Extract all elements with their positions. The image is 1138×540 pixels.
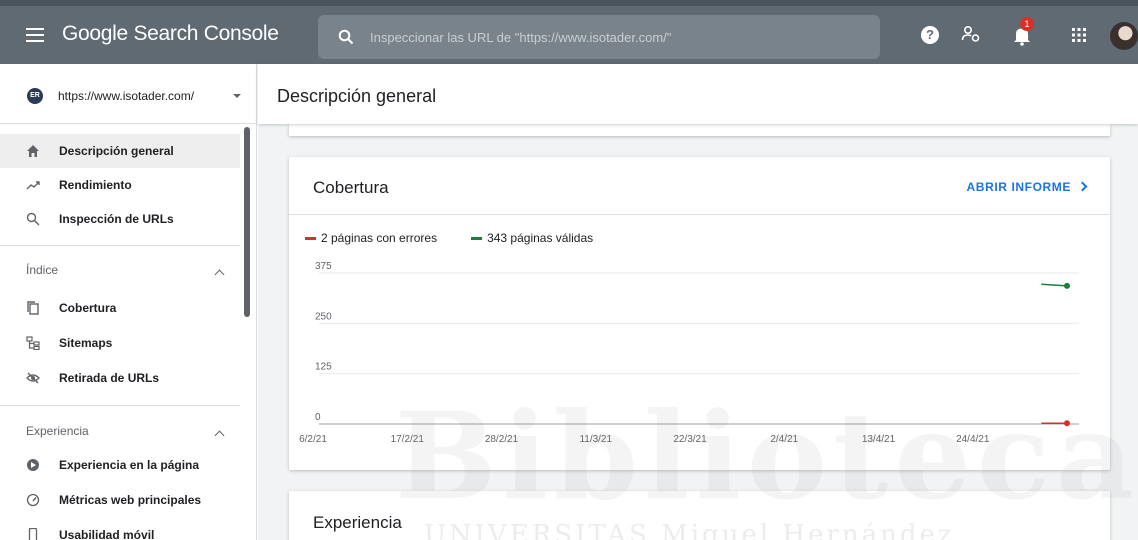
section-experience-label[interactable]: Experiencia	[26, 424, 89, 438]
app-title[interactable]: Google Search Console	[62, 22, 279, 46]
sidebar-item-label: Rendimiento	[59, 178, 132, 192]
series-point-1	[1064, 282, 1070, 289]
property-selector[interactable]: ER https://www.isotader.com/	[0, 64, 257, 124]
property-url: https://www.isotader.com/	[58, 89, 195, 103]
card-title: Experiencia	[313, 513, 402, 532]
sidebar-scrollbar[interactable]	[244, 127, 250, 317]
section-index-label[interactable]: Índice	[26, 263, 58, 277]
series-point-0	[1064, 420, 1070, 427]
speed-icon	[26, 493, 40, 507]
sidebar-item-label: Inspección de URLs	[59, 212, 174, 226]
sidebar-item-coverage[interactable]: Cobertura	[0, 291, 240, 325]
chevron-up-icon[interactable]	[214, 430, 225, 441]
sidebar-item-label: Sitemaps	[59, 336, 113, 350]
sidebar-item-label: Descripción general	[59, 144, 174, 158]
avatar[interactable]	[1110, 22, 1138, 50]
sidebar-item-core-web-vitals[interactable]: Métricas web principales	[0, 483, 240, 517]
chevron-up-icon[interactable]	[214, 269, 225, 280]
card-title: Cobertura	[313, 178, 389, 197]
search-icon	[26, 212, 40, 226]
sidebar-item-page-experience[interactable]: Experiencia en la página	[0, 448, 240, 482]
y-tick-label: 125	[315, 362, 332, 373]
sidebar-item-url-inspection[interactable]: Inspección de URLs	[0, 202, 240, 236]
notification-badge: 1	[1020, 17, 1034, 31]
legend-valid[interactable]: 343 páginas válidas	[471, 231, 593, 245]
sidebar-item-label: Cobertura	[59, 301, 117, 315]
sidebar-item-performance[interactable]: Rendimiento	[0, 168, 240, 202]
legend-label: 343 páginas válidas	[487, 231, 594, 245]
top-app-bar: Google Search Console Inspeccionar las U…	[0, 0, 1138, 64]
chevron-down-icon	[233, 94, 241, 98]
chart-legend: 2 páginas con errores 343 páginas válida…	[305, 231, 627, 245]
sidebar: ER https://www.isotader.com/ Descripción…	[0, 64, 257, 540]
sidebar-item-label: Métricas web principales	[59, 493, 202, 507]
summary-card	[289, 124, 1110, 136]
sidebar-divider	[0, 405, 240, 406]
sidebar-item-label: Retirada de URLs	[59, 371, 160, 385]
coverage-card: Cobertura ABRIR INFORME 2 páginas con er…	[289, 157, 1110, 470]
card-divider	[289, 214, 1110, 215]
y-tick-label: 250	[315, 311, 332, 322]
x-tick-label: 6/2/21	[299, 434, 327, 445]
sidebar-divider	[0, 245, 240, 246]
sidebar-item-label: Usabilidad móvil	[59, 528, 155, 540]
url-inspection-search[interactable]: Inspeccionar las URL de "https://www.iso…	[318, 15, 880, 59]
smartphone-icon	[28, 528, 38, 540]
copy-icon	[27, 301, 39, 315]
page-title: Descripción general	[277, 86, 437, 106]
property-logo: ER	[27, 88, 43, 104]
coverage-chart: 0 125 250 375 6/2/21 17/2/21 28/2/21 11/3/21 22/…	[299, 261, 1079, 445]
y-tick-label: 375	[315, 261, 332, 272]
legend-swatch-errors	[305, 236, 316, 240]
sidebar-item-mobile-usability[interactable]: Usabilidad móvil	[0, 518, 240, 540]
legend-label: 2 páginas con errores	[321, 231, 438, 245]
x-tick-label: 13/4/21	[862, 434, 896, 445]
sidebar-item-label: Experiencia en la página	[59, 458, 200, 472]
chevron-right-icon	[1077, 181, 1088, 192]
help-icon[interactable]: ?	[921, 26, 939, 44]
x-tick-label: 17/2/21	[391, 434, 425, 445]
search-input[interactable]: Inspeccionar las URL de "https://www.iso…	[370, 30, 671, 45]
page-header: Descripción general	[258, 64, 1138, 124]
apps-icon[interactable]	[1072, 28, 1086, 42]
legend-errors[interactable]: 2 páginas con errores	[305, 231, 437, 245]
main-content: Cobertura ABRIR INFORME 2 páginas con er…	[258, 124, 1138, 540]
open-report-label: ABRIR INFORME	[966, 180, 1071, 194]
trending-up-icon	[26, 181, 40, 190]
visibility-off-icon	[26, 372, 40, 384]
menu-icon[interactable]	[26, 28, 44, 42]
open-report-link[interactable]: ABRIR INFORME	[966, 180, 1088, 194]
home-icon	[27, 145, 39, 157]
search-icon	[338, 29, 354, 45]
sitemap-icon	[26, 336, 40, 350]
sidebar-item-sitemaps[interactable]: Sitemaps	[0, 326, 240, 360]
series-line-1	[1041, 283, 1068, 287]
y-tick-label: 0	[315, 412, 321, 423]
x-tick-label: 28/2/21	[485, 434, 519, 445]
sidebar-item-removals[interactable]: Retirada de URLs	[0, 361, 240, 395]
x-tick-label: 2/4/21	[770, 434, 798, 445]
experience-card: Experiencia	[289, 491, 1110, 540]
x-tick-label: 11/3/21	[579, 434, 612, 445]
users-settings-icon[interactable]	[961, 24, 981, 44]
x-tick-label: 24/4/21	[956, 434, 990, 445]
page-experience-icon	[27, 459, 39, 471]
x-tick-label: 22/3/21	[673, 434, 707, 445]
sidebar-item-overview[interactable]: Descripción general	[0, 134, 240, 168]
legend-swatch-valid	[471, 236, 483, 240]
